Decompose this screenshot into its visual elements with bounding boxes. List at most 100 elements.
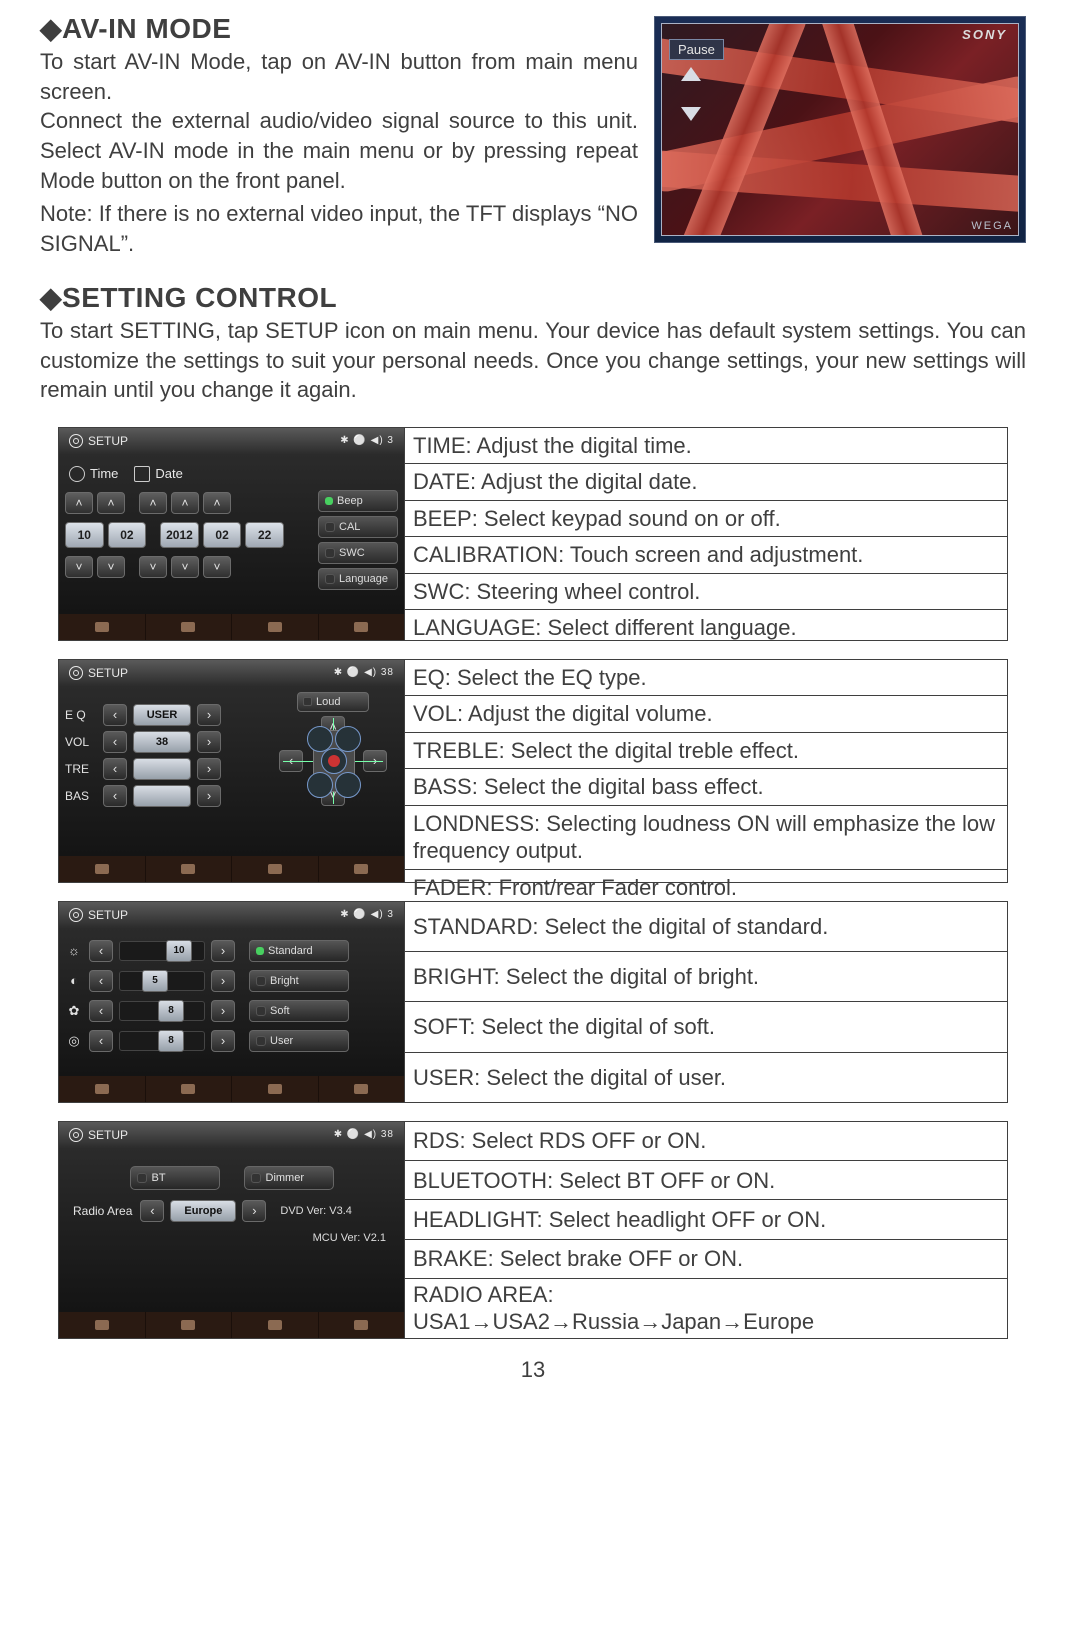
desc-bass: BASS: Select the digital bass effect.	[405, 769, 1007, 806]
setup-title: SETUP	[88, 666, 128, 680]
eq-value: USER	[133, 704, 191, 726]
bottom-icon	[181, 1084, 195, 1094]
color-icon: ✿	[65, 1002, 83, 1020]
label-tre: TRE	[65, 762, 97, 776]
avin-para-3: Note: If there is no external video inpu…	[40, 199, 638, 258]
toggle-bt: BT	[152, 1172, 166, 1184]
opt-swc: SWC	[339, 547, 365, 559]
avin-photo: SONY Pause WEGA	[654, 16, 1026, 243]
opt-loud: Loud	[316, 696, 340, 708]
date-year: 2012	[160, 522, 199, 548]
bottom-icon	[354, 1320, 368, 1330]
up-arrow-icon	[681, 67, 701, 81]
fader-graphic: ˄ ˅ ‹ ›	[283, 718, 383, 804]
page-number: 13	[40, 1357, 1026, 1383]
mode-standard: Standard	[268, 945, 313, 957]
desc-radio-area: RADIO AREA: USA1→USA2→Russia→Japan→Europ…	[405, 1279, 1007, 1338]
slider-val: 5	[142, 970, 168, 992]
mcu-version: MCU Ver: V2.1	[313, 1232, 386, 1244]
desc-soft: SOFT: Select the digital of soft.	[405, 1002, 1007, 1052]
bottom-icon	[268, 1084, 282, 1094]
opt-beep: Beep	[337, 495, 363, 507]
slider-val: 8	[158, 1030, 184, 1052]
tab-time: Time	[90, 466, 118, 481]
opt-language: Language	[339, 573, 388, 585]
desc-vol: VOL: Adjust the digital volume.	[405, 696, 1007, 733]
calendar-icon	[134, 466, 150, 482]
date-day: 22	[245, 522, 284, 548]
desc-bright: BRIGHT: Select the digital of bright.	[405, 952, 1007, 1002]
status-text: ✱ ⚪ ◀) 3	[340, 435, 394, 446]
slider-val: 10	[166, 940, 192, 962]
status-text: ✱ ⚪ ◀) 38	[334, 667, 394, 678]
time-hour: 10	[65, 522, 104, 548]
desc-beep: BEEP: Select keypad sound on or off.	[405, 501, 1007, 538]
toggle-dimmer: Dimmer	[266, 1172, 305, 1184]
avin-title: ◆AV-IN MODE	[40, 12, 638, 45]
status-text: ✱ ⚪ ◀) 38	[334, 1129, 394, 1140]
setup-screenshot-general: SETUP ✱ ⚪ ◀) 3 Time Date ˄˄ ˄˄˄ 10	[59, 428, 404, 640]
tint-icon: ◎	[65, 1032, 83, 1050]
setup-title: SETUP	[88, 434, 128, 448]
bottom-icon	[354, 622, 368, 632]
bottom-icon	[95, 864, 109, 874]
desc-fader: FADER: Front/rear Fader control.	[405, 870, 1007, 906]
gear-icon	[69, 1128, 83, 1142]
gear-icon	[69, 666, 83, 680]
bottom-icon	[268, 622, 282, 632]
bottom-icon	[95, 1320, 109, 1330]
brand-label: SONY	[962, 27, 1007, 42]
desc-bluetooth: BLUETOOTH: Select BT OFF or ON.	[405, 1161, 1007, 1200]
setup-screenshot-system: SETUP ✱ ⚪ ◀) 38 BT Dimmer Radio Area ‹ E…	[59, 1122, 404, 1338]
desc-swc: SWC: Steering wheel control.	[405, 574, 1007, 611]
tab-date: Date	[155, 466, 182, 481]
bottom-icon	[95, 1084, 109, 1094]
mode-soft: Soft	[270, 1005, 290, 1017]
dvd-version: DVD Ver: V3.4	[280, 1205, 352, 1217]
avin-para-1: To start AV-IN Mode, tap on AV-IN button…	[40, 47, 638, 106]
label-bas: BAS	[65, 789, 97, 803]
pause-label: Pause	[669, 39, 724, 60]
down-arrow-icon	[681, 107, 701, 121]
opt-cal: CAL	[339, 521, 360, 533]
brightness-icon: ☼	[65, 942, 83, 960]
avin-para-2: Connect the external audio/video signal …	[40, 106, 638, 195]
bottom-icon	[95, 622, 109, 632]
clock-icon	[69, 466, 85, 482]
bottom-icon	[181, 1320, 195, 1330]
setup-block-audio: SETUP ✱ ⚪ ◀) 38 E Q‹USER› VOL‹38› TRE‹› …	[58, 659, 1008, 883]
desc-calibration: CALIBRATION: Touch screen and adjustment…	[405, 537, 1007, 574]
setting-intro: To start SETTING, tap SETUP icon on main…	[40, 316, 1026, 405]
setup-block-system: SETUP ✱ ⚪ ◀) 38 BT Dimmer Radio Area ‹ E…	[58, 1121, 1008, 1339]
bottom-icon	[268, 1320, 282, 1330]
radio-area-value: Europe	[170, 1200, 236, 1222]
desc-date: DATE: Adjust the digital date.	[405, 464, 1007, 501]
setup-screenshot-audio: SETUP ✱ ⚪ ◀) 38 E Q‹USER› VOL‹38› TRE‹› …	[59, 660, 404, 882]
desc-eq: EQ: Select the EQ type.	[405, 660, 1007, 697]
setup-title: SETUP	[88, 1128, 128, 1142]
status-text: ✱ ⚪ ◀) 3	[340, 909, 394, 920]
desc-loudness: LONDNESS: Selecting loudness ON will emp…	[405, 806, 1007, 870]
mode-bright: Bright	[270, 975, 299, 987]
wega-label: WEGA	[971, 220, 1013, 232]
desc-treble: TREBLE: Select the digital treble effect…	[405, 733, 1007, 770]
setup-screenshot-display: SETUP ✱ ⚪ ◀) 3 ☼‹10›Standard ◐‹5›Bright …	[59, 902, 404, 1102]
bottom-icon	[354, 864, 368, 874]
gear-icon	[69, 434, 83, 448]
setup-block-general: SETUP ✱ ⚪ ◀) 3 Time Date ˄˄ ˄˄˄ 10	[58, 427, 1008, 641]
bottom-icon	[354, 1084, 368, 1094]
desc-rds: RDS: Select RDS OFF or ON.	[405, 1122, 1007, 1161]
label-vol: VOL	[65, 735, 97, 749]
contrast-icon: ◐	[65, 972, 83, 990]
desc-brake: BRAKE: Select brake OFF or ON.	[405, 1240, 1007, 1279]
setup-title: SETUP	[88, 908, 128, 922]
bottom-icon	[181, 622, 195, 632]
desc-standard: STANDARD: Select the digital of standard…	[405, 902, 1007, 952]
mode-user: User	[270, 1035, 293, 1047]
date-month: 02	[203, 522, 242, 548]
desc-user: USER: Select the digital of user.	[405, 1053, 1007, 1102]
desc-headlight: HEADLIGHT: Select headlight OFF or ON.	[405, 1200, 1007, 1239]
label-radio-area: Radio Area	[73, 1204, 132, 1218]
setting-title: ◆SETTING CONTROL	[40, 281, 1026, 314]
bottom-icon	[181, 864, 195, 874]
